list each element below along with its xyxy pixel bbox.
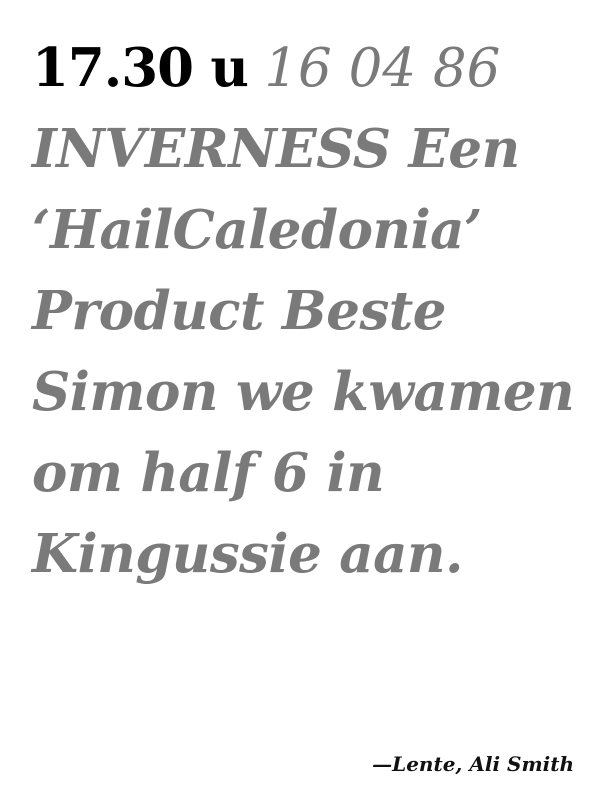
quote-block: 17.30 u 16 04 86 INVERNESS Een ‘HailCale… bbox=[32, 28, 588, 595]
attribution: —Lente, Ali Smith bbox=[372, 752, 574, 776]
time-label: 17.30 u bbox=[32, 37, 249, 99]
page: 17.30 u 16 04 86 INVERNESS Een ‘HailCale… bbox=[0, 0, 600, 800]
date-label: 16 04 86 bbox=[264, 38, 501, 99]
quote-text: INVERNESS Een ‘HailCaledonia’ Product Be… bbox=[32, 118, 575, 585]
